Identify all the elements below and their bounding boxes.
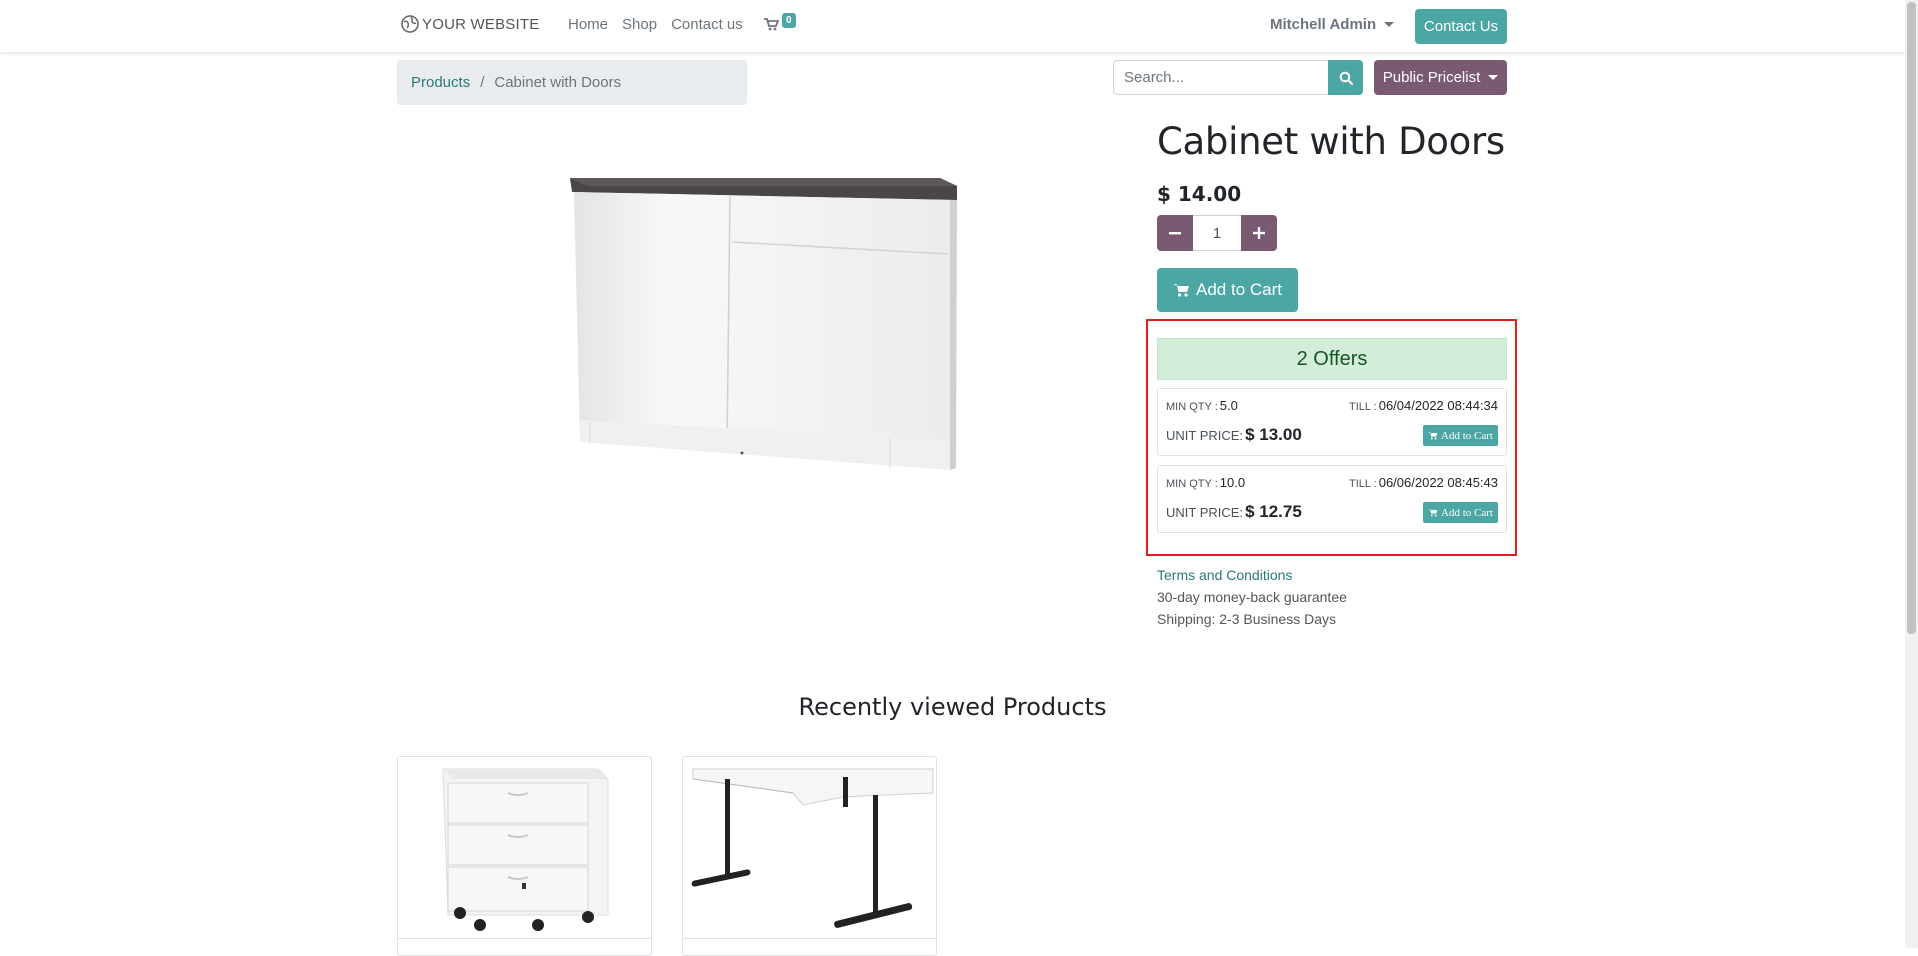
breadcrumb-current: Cabinet with Doors	[494, 74, 622, 91]
offer-min-qty: MIN QTY :10.0	[1166, 475, 1246, 490]
quantity-stepper	[1157, 215, 1277, 251]
plus-icon	[1253, 227, 1265, 239]
product-image-drawer-unit	[442, 768, 609, 931]
offer-till-date: TILL :06/04/2022 08:44:34	[1349, 398, 1498, 413]
guarantee-note: 30-day money-back guarantee	[1157, 589, 1347, 605]
card-divider	[683, 938, 936, 939]
shopping-cart-icon	[1173, 284, 1189, 297]
shopping-cart-icon	[764, 18, 779, 31]
product-title: Cabinet with Doors	[1157, 120, 1505, 163]
offer-card: MIN QTY :5.0 TILL :06/04/2022 08:44:34 U…	[1157, 388, 1507, 456]
offer-unit-price: UNIT PRICE: $ 12.75	[1166, 502, 1302, 521]
card-divider	[398, 938, 651, 939]
increase-quantity-button[interactable]	[1241, 215, 1277, 251]
shopping-cart-icon	[1428, 508, 1438, 517]
offer-till-date: TILL :06/06/2022 08:45:43	[1349, 475, 1498, 490]
user-menu-dropdown[interactable]: Mitchell Admin	[1270, 16, 1395, 33]
caret-down-icon	[1384, 22, 1395, 27]
offers-count-header: 2 Offers	[1157, 338, 1507, 380]
caret-down-icon	[1488, 75, 1499, 80]
nav-contact-us[interactable]: Contact us	[671, 16, 743, 33]
add-to-cart-button[interactable]: Add to Cart	[1157, 268, 1298, 312]
site-logo[interactable]: YOUR WEBSITE	[400, 14, 539, 34]
breadcrumb-separator: /	[480, 74, 485, 91]
nav-home[interactable]: Home	[568, 16, 608, 33]
terms-and-conditions-link[interactable]: Terms and Conditions	[1157, 567, 1292, 583]
recent-product-card[interactable]	[397, 756, 652, 956]
shipping-note: Shipping: 2-3 Business Days	[1157, 611, 1336, 627]
pricelist-label: Public Pricelist	[1382, 69, 1481, 86]
recent-product-card[interactable]	[682, 756, 937, 956]
breadcrumb-products-link[interactable]: Products	[411, 74, 470, 91]
offer-card: MIN QTY :10.0 TILL :06/06/2022 08:45:43 …	[1157, 465, 1507, 533]
breadcrumb: Products / Cabinet with Doors	[397, 60, 747, 105]
contact-us-button[interactable]: Contact Us	[1415, 9, 1507, 44]
offer-unit-price: UNIT PRICE: $ 13.00	[1166, 425, 1302, 444]
quantity-input[interactable]	[1193, 215, 1241, 251]
pricelist-dropdown[interactable]: Public Pricelist	[1374, 60, 1507, 95]
search-button[interactable]	[1328, 60, 1363, 95]
product-image-cabinet	[570, 178, 957, 470]
shopping-cart-icon	[1428, 431, 1438, 440]
product-price: $ 14.00	[1157, 182, 1242, 206]
cart-count-badge: 0	[782, 13, 796, 28]
search-form	[1113, 60, 1363, 95]
product-image-corner-desk	[691, 768, 934, 928]
search-icon	[1339, 71, 1353, 85]
scrollbar-thumb[interactable]	[1907, 2, 1916, 634]
globe-icon	[401, 15, 419, 33]
offer-min-qty: MIN QTY :5.0	[1166, 398, 1238, 413]
user-name: Mitchell Admin	[1270, 16, 1377, 33]
offer-add-to-cart-button[interactable]: Add to Cart	[1423, 425, 1498, 446]
page-scrollbar[interactable]	[1905, 0, 1918, 948]
cart-link[interactable]: 0	[764, 13, 800, 37]
main-nav: Home Shop Contact us	[568, 16, 757, 33]
decrease-quantity-button[interactable]	[1157, 215, 1193, 251]
recently-viewed-heading: Recently viewed Products	[798, 693, 1107, 721]
search-input[interactable]	[1113, 60, 1328, 95]
brand-text: YOUR WEBSITE	[422, 15, 540, 33]
top-navbar: YOUR WEBSITE Home Shop Contact us 0 Mitc…	[0, 0, 1905, 53]
nav-shop[interactable]: Shop	[622, 16, 657, 33]
offer-add-to-cart-button[interactable]: Add to Cart	[1423, 502, 1498, 523]
add-to-cart-label: Add to Cart	[1196, 280, 1282, 299]
minus-icon	[1169, 232, 1181, 235]
